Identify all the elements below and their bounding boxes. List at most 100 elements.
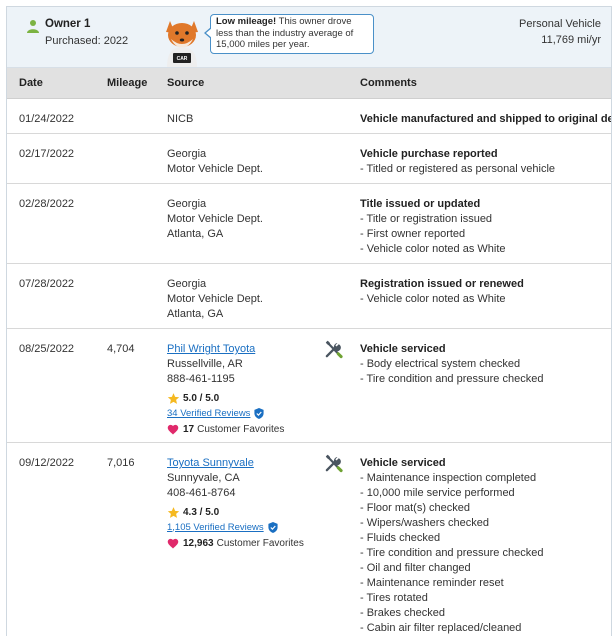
table-row: 07/28/2022 Georgia Motor Vehicle Dept. A… <box>7 264 611 329</box>
record-comments: Vehicle manufactured and shipped to orig… <box>360 112 612 127</box>
table-row: 02/17/2022 Georgia Motor Vehicle Dept. V… <box>7 134 611 184</box>
source-line: Atlanta, GA <box>167 228 224 240</box>
rating-value: 4.3 / 5.0 <box>183 506 220 518</box>
owner-purchase-year: Purchased: 2022 <box>45 35 129 47</box>
table-row: 08/25/2022 4,704 Phil Wright Toyota Russ… <box>7 329 611 443</box>
record-comments: Registration issued or renewed - Vehicle… <box>360 277 524 307</box>
favorites-count: 17 <box>183 424 195 435</box>
table-row: 02/28/2022 Georgia Motor Vehicle Dept. A… <box>7 184 611 264</box>
star-icon <box>167 506 180 518</box>
record-comments: Vehicle serviced - Body electrical syste… <box>360 342 543 387</box>
customer-favorites: 12,963 Customer Favorites <box>167 535 304 552</box>
record-comments: Vehicle serviced - Maintenance inspectio… <box>360 456 543 636</box>
record-comments: Vehicle purchase reported - Titled or re… <box>360 147 555 177</box>
service-tools-icon <box>325 340 343 359</box>
owner-summary-header: Owner 1 Purchased: 2022 CAR Low mileage!… <box>7 7 611 68</box>
comment-detail: - 10,000 mile service performed <box>360 487 515 499</box>
dealer-city: Russellville, AR <box>167 358 243 370</box>
source-line: Atlanta, GA <box>167 308 224 320</box>
comment-title: Title issued or updated <box>360 198 481 210</box>
comment-detail: - Tire condition and pressure checked <box>360 373 544 385</box>
svg-text:CAR: CAR <box>177 56 188 62</box>
source-line: NICB <box>167 113 194 125</box>
record-source: Toyota Sunnyvale Sunnyvale, CA 408-461-8… <box>167 456 304 552</box>
comment-detail: - Titled or registered as personal vehic… <box>360 163 556 175</box>
customer-favorites: 17 Customer Favorites <box>167 421 284 438</box>
rating-value: 5.0 / 5.0 <box>183 392 220 404</box>
source-line: Motor Vehicle Dept. <box>167 163 263 175</box>
dealer-link[interactable]: Toyota Sunnyvale <box>167 456 304 471</box>
source-line: Georgia <box>167 198 207 210</box>
verified-reviews-link[interactable]: 34 Verified Reviews <box>167 406 250 421</box>
column-header-comments: Comments <box>360 77 417 89</box>
dealer-link[interactable]: Phil Wright Toyota <box>167 342 284 357</box>
record-date: 09/12/2022 <box>19 457 75 469</box>
verified-reviews-link[interactable]: 1,105 Verified Reviews <box>167 520 264 535</box>
comment-detail: - Vehicle color noted as White <box>360 243 506 255</box>
source-line: Motor Vehicle Dept. <box>167 293 263 305</box>
comment-detail: - Maintenance inspection completed <box>360 472 537 484</box>
comment-detail: - Title or registration issued <box>360 213 493 225</box>
comment-title: Vehicle serviced <box>360 457 446 469</box>
star-icon <box>167 392 180 404</box>
source-line: Motor Vehicle Dept. <box>167 213 263 225</box>
comment-title: Vehicle serviced <box>360 343 446 355</box>
comment-title: Vehicle purchase reported <box>360 148 498 160</box>
source-line: Georgia <box>167 148 207 160</box>
favorites-label: Customer Favorites <box>197 424 285 435</box>
dealer-phone: 408-461-8764 <box>167 487 236 499</box>
comment-detail: - Fluids checked <box>360 532 441 544</box>
column-header-date: Date <box>19 77 43 89</box>
record-source: Georgia Motor Vehicle Dept. Atlanta, GA <box>167 277 263 322</box>
record-source: Georgia Motor Vehicle Dept. <box>167 147 263 177</box>
comment-detail: - Vehicle color noted as White <box>360 293 506 305</box>
favorites-count: 12,963 <box>183 538 214 549</box>
owner-name: Owner 1 <box>45 18 91 30</box>
record-date: 08/25/2022 <box>19 343 75 355</box>
comment-detail: - Brakes checked <box>360 607 445 619</box>
record-date: 02/17/2022 <box>19 148 75 160</box>
service-tools-icon <box>325 454 343 473</box>
dealer-reviews: 1,105 Verified Reviews <box>167 520 304 534</box>
dealer-rating: 5.0 / 5.0 <box>167 390 284 406</box>
tooltip-title: Low mileage! <box>216 16 277 27</box>
table-row: 09/12/2022 7,016 Toyota Sunnyvale Sunnyv… <box>7 443 611 636</box>
dealer-city: Sunnyvale, CA <box>167 472 240 484</box>
dealer-reviews: 34 Verified Reviews <box>167 406 284 420</box>
record-source: Georgia Motor Vehicle Dept. Atlanta, GA <box>167 197 263 242</box>
comment-detail: - Wipers/washers checked <box>360 517 489 529</box>
record-comments: Title issued or updated - Title or regis… <box>360 197 506 257</box>
column-header-mileage: Mileage <box>107 77 148 89</box>
comment-detail: - Tires rotated <box>360 592 428 604</box>
record-date: 02/28/2022 <box>19 198 75 210</box>
comment-detail: - Tire condition and pressure checked <box>360 547 544 559</box>
comment-detail: - Floor mat(s) checked <box>360 502 471 514</box>
vehicle-type: Personal Vehicle <box>519 18 601 30</box>
heart-icon <box>167 424 179 435</box>
comment-detail: - Cabin air filter replaced/cleaned <box>360 622 522 634</box>
favorites-label: Customer Favorites <box>216 538 304 549</box>
dealer-phone: 888-461-1195 <box>167 373 235 385</box>
miles-per-year: 11,769 mi/yr <box>541 34 601 46</box>
history-table-header: Date Mileage Source Comments <box>7 68 611 99</box>
comment-title: Vehicle manufactured and shipped to orig… <box>360 113 612 125</box>
comment-title: Registration issued or renewed <box>360 278 524 290</box>
record-mileage: 4,704 <box>107 343 135 355</box>
dealer-rating: 4.3 / 5.0 <box>167 504 304 520</box>
low-mileage-tooltip: Low mileage! This owner drove less than … <box>204 14 374 54</box>
source-line: Georgia <box>167 278 207 290</box>
carfox-mascot-icon: CAR <box>166 21 198 67</box>
comment-detail: - Body electrical system checked <box>360 358 521 370</box>
heart-icon <box>167 538 179 549</box>
record-source: Phil Wright Toyota Russellville, AR 888-… <box>167 342 284 438</box>
record-date: 01/24/2022 <box>19 113 75 125</box>
comment-detail: - First owner reported <box>360 228 466 240</box>
verified-shield-icon <box>254 407 265 419</box>
comment-detail: - Oil and filter changed <box>360 562 471 574</box>
record-date: 07/28/2022 <box>19 278 75 290</box>
verified-shield-icon <box>268 521 278 533</box>
comment-detail: - Maintenance reminder reset <box>360 577 504 589</box>
table-row: 01/24/2022 NICB Vehicle manufactured and… <box>7 99 611 134</box>
owner-history-panel: Owner 1 Purchased: 2022 CAR Low mileage!… <box>6 6 612 636</box>
column-header-source: Source <box>167 77 205 89</box>
